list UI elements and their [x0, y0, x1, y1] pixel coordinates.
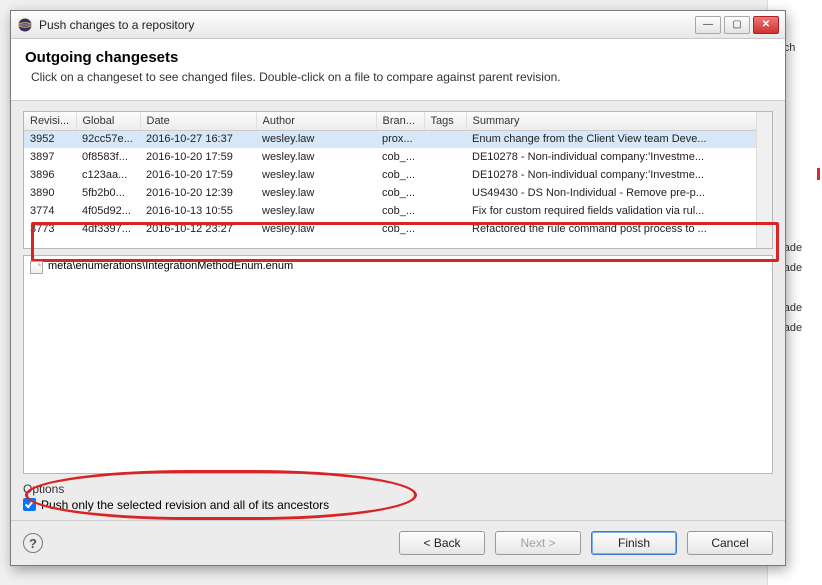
cell-date: 2016-10-27 16:37	[140, 130, 256, 148]
banner: Outgoing changesets Click on a changeset…	[11, 39, 785, 101]
push-dialog: Push changes to a repository — ▢ ✕ Outgo…	[10, 10, 786, 566]
table-row[interactable]: 38970f8583f...2016-10-20 17:59wesley.law…	[24, 148, 772, 166]
cell-author: wesley.law	[256, 148, 376, 166]
cell-summary: Enum change from the Client View team De…	[466, 130, 772, 148]
col-branch[interactable]: Bran...	[376, 112, 424, 130]
cell-author: wesley.law	[256, 184, 376, 202]
cell-global: 4df3397...	[76, 220, 140, 238]
push-ancestors-label[interactable]: Push only the selected revision and all …	[23, 498, 329, 512]
back-button[interactable]: < Back	[399, 531, 485, 555]
cell-rev: 3890	[24, 184, 76, 202]
cell-date: 2016-10-20 17:59	[140, 166, 256, 184]
cell-branch: cob_...	[376, 166, 424, 184]
table-row[interactable]: 37744f05d92...2016-10-13 10:55wesley.law…	[24, 202, 772, 220]
finish-button[interactable]: Finish	[591, 531, 677, 555]
cell-global: 5fb2b0...	[76, 184, 140, 202]
cell-summary: DE10278 - Non-individual company:'Invest…	[466, 166, 772, 184]
col-tags[interactable]: Tags	[424, 112, 466, 130]
cell-global: c123aa...	[76, 166, 140, 184]
cell-rev: 3773	[24, 220, 76, 238]
cell-summary: DE10278 - Non-individual company:'Invest…	[466, 148, 772, 166]
error-marker	[817, 168, 820, 180]
cell-global: 0f8583f...	[76, 148, 140, 166]
col-date[interactable]: Date	[140, 112, 256, 130]
cell-branch: cob_...	[376, 184, 424, 202]
table-row[interactable]: 3896c123aa...2016-10-20 17:59wesley.lawc…	[24, 166, 772, 184]
cell-branch: cob_...	[376, 148, 424, 166]
cell-date: 2016-10-20 17:59	[140, 148, 256, 166]
table-row[interactable]: 38905fb2b0...2016-10-20 12:39wesley.lawc…	[24, 184, 772, 202]
scrollbar[interactable]	[756, 112, 772, 248]
cell-rev: 3896	[24, 166, 76, 184]
close-button[interactable]: ✕	[753, 16, 779, 34]
cell-author: wesley.law	[256, 166, 376, 184]
cell-branch: cob_...	[376, 220, 424, 238]
file-icon	[30, 261, 43, 274]
minimize-button[interactable]: —	[695, 16, 721, 34]
options-legend: Options	[23, 482, 773, 496]
push-ancestors-text: Push only the selected revision and all …	[41, 498, 329, 512]
table-header-row[interactable]: Revisi... Global Date Author Bran... Tag…	[24, 112, 772, 130]
col-revision[interactable]: Revisi...	[24, 112, 76, 130]
cell-tags	[424, 220, 466, 238]
changeset-table[interactable]: Revisi... Global Date Author Bran... Tag…	[23, 111, 773, 249]
cell-global: 4f05d92...	[76, 202, 140, 220]
cell-branch: prox...	[376, 130, 424, 148]
cell-summary: Refactored the rule command post process…	[466, 220, 772, 238]
table-row[interactable]: 395292cc57e...2016-10-27 16:37wesley.law…	[24, 130, 772, 148]
maximize-button[interactable]: ▢	[724, 16, 750, 34]
cell-global: 92cc57e...	[76, 130, 140, 148]
help-icon[interactable]: ?	[23, 533, 43, 553]
cell-date: 2016-10-20 12:39	[140, 184, 256, 202]
cell-author: wesley.law	[256, 130, 376, 148]
button-bar: ? < Back Next > Finish Cancel	[11, 520, 785, 565]
content-area: Revisi... Global Date Author Bran... Tag…	[11, 101, 785, 520]
cell-tags	[424, 148, 466, 166]
cell-author: wesley.law	[256, 220, 376, 238]
dialog-title: Push changes to a repository	[39, 18, 689, 32]
cell-date: 2016-10-12 23:27	[140, 220, 256, 238]
cell-summary: Fix for custom required fields validatio…	[466, 202, 772, 220]
cancel-button[interactable]: Cancel	[687, 531, 773, 555]
page-subtitle: Click on a changeset to see changed file…	[31, 70, 771, 84]
cell-tags	[424, 166, 466, 184]
eclipse-icon	[17, 17, 33, 33]
cell-summary: US49430 - DS Non-Individual - Remove pre…	[466, 184, 772, 202]
cell-author: wesley.law	[256, 202, 376, 220]
cell-rev: 3774	[24, 202, 76, 220]
next-button: Next >	[495, 531, 581, 555]
cell-rev: 3897	[24, 148, 76, 166]
cell-rev: 3952	[24, 130, 76, 148]
col-global[interactable]: Global	[76, 112, 140, 130]
cell-tags	[424, 184, 466, 202]
cell-branch: cob_...	[376, 202, 424, 220]
col-author[interactable]: Author	[256, 112, 376, 130]
changed-files-panel[interactable]: meta\enumerations\IntegrationMethodEnum.…	[23, 255, 773, 474]
options-group: Options Push only the selected revision …	[23, 482, 773, 515]
table-row[interactable]: 37734df3397...2016-10-12 23:27wesley.law…	[24, 220, 772, 238]
file-path[interactable]: meta\enumerations\IntegrationMethodEnum.…	[48, 260, 293, 272]
titlebar[interactable]: Push changes to a repository — ▢ ✕	[11, 11, 785, 39]
cell-tags	[424, 202, 466, 220]
col-summary[interactable]: Summary	[466, 112, 772, 130]
push-ancestors-checkbox[interactable]	[23, 498, 36, 511]
page-heading: Outgoing changesets	[25, 49, 771, 66]
cell-tags	[424, 130, 466, 148]
cell-date: 2016-10-13 10:55	[140, 202, 256, 220]
